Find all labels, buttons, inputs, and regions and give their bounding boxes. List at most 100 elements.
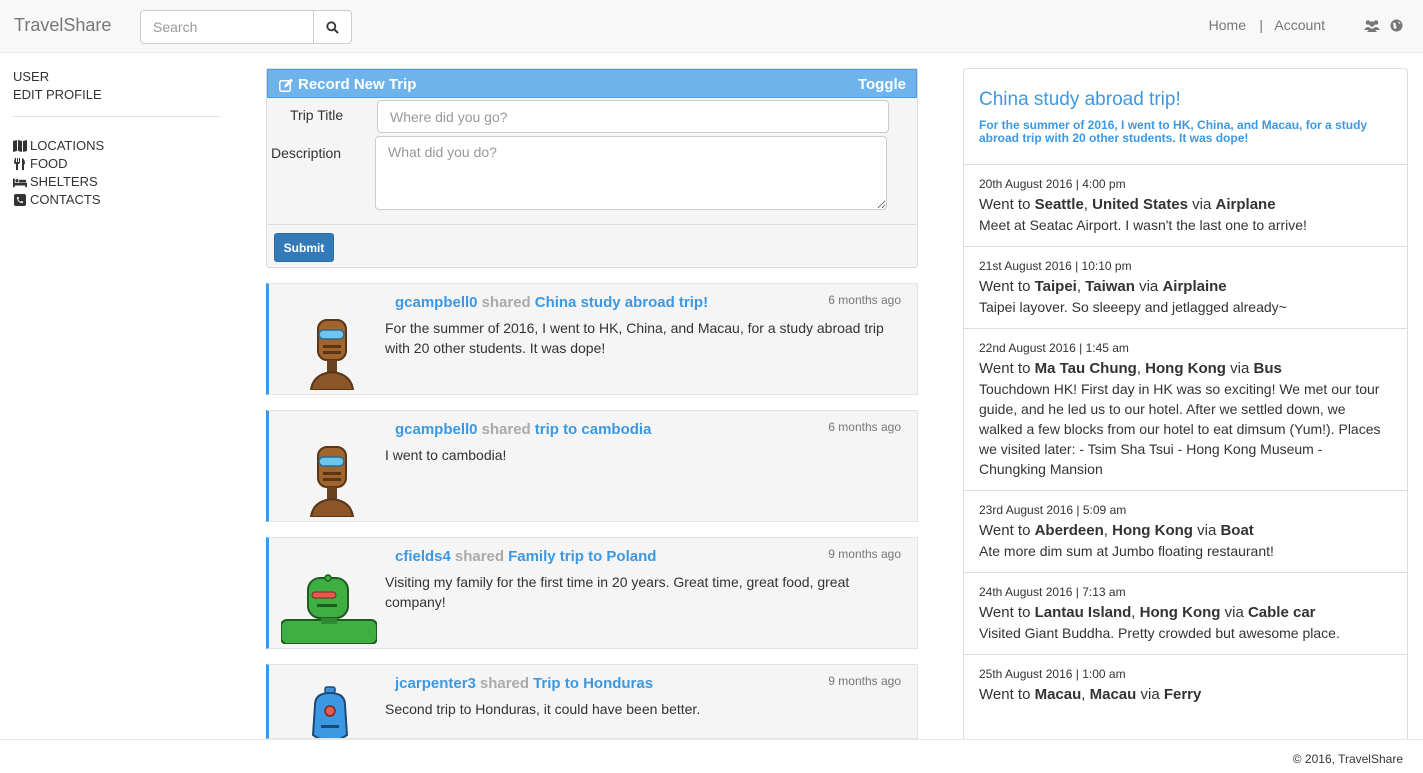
trip-detail-subtitle: For the summer of 2016, I went to HK, Ch… (979, 118, 1368, 145)
sidebar-item-user[interactable]: USER (13, 68, 221, 86)
trip-detail-title[interactable]: China study abroad trip! (979, 89, 1392, 111)
record-trip-title-text: Record New Trip (298, 76, 417, 93)
globe-icon[interactable] (1390, 19, 1403, 35)
stop-date: 23rd August 2016 (979, 503, 1074, 517)
feed-shared-text: shared (481, 421, 531, 438)
trip-detail-panel: China study abroad trip! For the summer … (963, 68, 1408, 758)
feed-item: cfields4 shared Family trip to Poland 9 mo… (266, 537, 918, 649)
sidebar-item-label: CONTACTS (30, 192, 101, 207)
trip-detail-header: China study abroad trip! For the summer … (964, 69, 1407, 165)
feed-trip-link[interactable]: Family trip to Poland (508, 548, 656, 565)
feed-trip-link[interactable]: China study abroad trip! (535, 294, 708, 311)
via-text: via (1230, 360, 1250, 377)
stop-description: Ate more dim sum at Jumbo floating resta… (979, 543, 1274, 559)
sidebar-item-contacts[interactable]: CONTACTS (13, 191, 221, 209)
stop-description: Touchdown HK! First day in HK was so exc… (979, 381, 1381, 477)
went-to-text: Went to (979, 604, 1031, 621)
stop-route: Went to Lantau Island, Hong Kong via Cab… (979, 604, 1316, 621)
feed-shared-text: shared (481, 294, 531, 311)
toggle-button[interactable]: Toggle (858, 76, 906, 93)
went-to-text: Went to (979, 360, 1031, 377)
stop-time: 1:45 am (1085, 341, 1129, 355)
trip-title-input[interactable] (377, 100, 889, 133)
feed-username-link[interactable]: gcampbell0 (395, 294, 478, 311)
record-trip-title: Record New Trip (279, 76, 416, 93)
stop-date: 21st August 2016 (979, 259, 1072, 273)
form-footer: Submit (267, 224, 917, 267)
stop-time: 10:10 pm (1081, 259, 1132, 273)
trip-stop: 24th August 2016 | 7:13 am Went to Lanta… (964, 573, 1407, 655)
stop-description: Taipei layover. So sleeepy and jetlagged… (979, 299, 1287, 315)
search-button[interactable] (313, 10, 352, 44)
feed-description: I went to cambodia! (385, 447, 507, 463)
stop-city: Lantau Island (1034, 604, 1132, 621)
record-trip-header: Record New Trip Toggle (267, 69, 917, 98)
stop-city: Macau (1034, 686, 1082, 703)
trip-stop: 25th August 2016 | 1:00 am Went to Macau… (964, 655, 1407, 716)
stop-city: Ma Tau Chung (1034, 360, 1137, 377)
stop-time: 1:00 am (1082, 667, 1126, 681)
description-textarea[interactable] (375, 136, 887, 210)
sidebar-item-locations[interactable]: LOCATIONS (13, 137, 221, 155)
sidebar-item-label: SHELTERS (30, 174, 98, 189)
stop-transport: Airplane (1215, 196, 1276, 213)
green-robot-avatar (281, 574, 377, 644)
sidebar-item-label: LOCATIONS (30, 138, 105, 153)
search-input[interactable] (140, 10, 314, 44)
stop-country: Hong Kong (1139, 604, 1221, 621)
went-to-text: Went to (979, 522, 1031, 539)
trip-stop: 22nd August 2016 | 1:45 am Went to Ma Ta… (964, 329, 1407, 491)
stop-date-line: 24th August 2016 | 7:13 am (979, 585, 1126, 599)
feed-headline: jcarpenter3 shared Trip to Honduras (395, 675, 653, 692)
stop-time: 7:13 am (1082, 585, 1126, 599)
stop-country: Macau (1089, 686, 1137, 703)
stop-time: 4:00 pm (1082, 177, 1126, 191)
via-text: via (1224, 604, 1244, 621)
feed-description: For the summer of 2016, I went to HK, Ch… (385, 320, 884, 356)
stop-city: Taipei (1034, 278, 1077, 295)
feed-item: gcampbell0 shared trip to cambodia 6 month… (266, 410, 918, 522)
feed-item: jcarpenter3 shared Trip to Honduras 9 mont… (266, 664, 918, 739)
stop-transport: Boat (1220, 522, 1254, 539)
sidebar-item-label: EDIT PROFILE (13, 87, 102, 102)
stop-transport: Cable car (1247, 604, 1316, 621)
feed-username-link[interactable]: cfields4 (395, 548, 451, 565)
sidebar: USER EDIT PROFILE LOCATIONS FOOD SHELTER… (13, 68, 221, 209)
stop-city: Aberdeen (1034, 522, 1104, 539)
went-to-text: Went to (979, 686, 1031, 703)
submit-button[interactable]: Submit (274, 233, 334, 262)
stop-date-line: 25th August 2016 | 1:00 am (979, 667, 1126, 681)
stop-date-line: 22nd August 2016 | 1:45 am (979, 341, 1129, 355)
stop-date: 25th August 2016 (979, 667, 1073, 681)
brand-logo[interactable]: TravelShare (14, 15, 111, 36)
via-text: via (1197, 522, 1217, 539)
stop-date-line: 23rd August 2016 | 5:09 am (979, 503, 1127, 517)
stop-transport: Airplaine (1162, 278, 1227, 295)
feed-username-link[interactable]: gcampbell0 (395, 421, 478, 438)
stop-route: Went to Macau, Macau via Ferry (979, 686, 1202, 703)
stop-date-line: 20th August 2016 | 4:00 pm (979, 177, 1126, 191)
stop-route: Went to Ma Tau Chung, Hong Kong via Bus (979, 360, 1282, 377)
feed-timestamp: 6 months ago (828, 420, 901, 434)
sidebar-item-shelters[interactable]: SHELTERS (13, 173, 221, 191)
footer: © 2016, TravelShare (0, 739, 1423, 773)
stop-transport: Bus (1253, 360, 1282, 377)
feed-timestamp: 9 months ago (828, 674, 901, 688)
nav-account-link[interactable]: Account (1274, 17, 1325, 33)
footer-copyright: © 2016, TravelShare (1292, 752, 1403, 766)
feed-trip-link[interactable]: trip to cambodia (535, 421, 652, 438)
sidebar-item-food[interactable]: FOOD (13, 155, 221, 173)
stop-country: United States (1092, 196, 1188, 213)
stop-country: Hong Kong (1145, 360, 1226, 377)
stop-description (979, 705, 1392, 716)
users-icon[interactable] (1364, 19, 1380, 35)
map-icon (13, 140, 27, 152)
nav-home-link[interactable]: Home (1209, 17, 1246, 33)
via-text: via (1140, 686, 1160, 703)
feed-description: Visiting my family for the first time in… (385, 574, 850, 610)
feed-username-link[interactable]: jcarpenter3 (395, 675, 476, 692)
cutlery-icon (14, 158, 25, 170)
sidebar-item-edit-profile[interactable]: EDIT PROFILE (13, 86, 221, 104)
went-to-text: Went to (979, 278, 1031, 295)
feed-trip-link[interactable]: Trip to Honduras (533, 675, 653, 692)
